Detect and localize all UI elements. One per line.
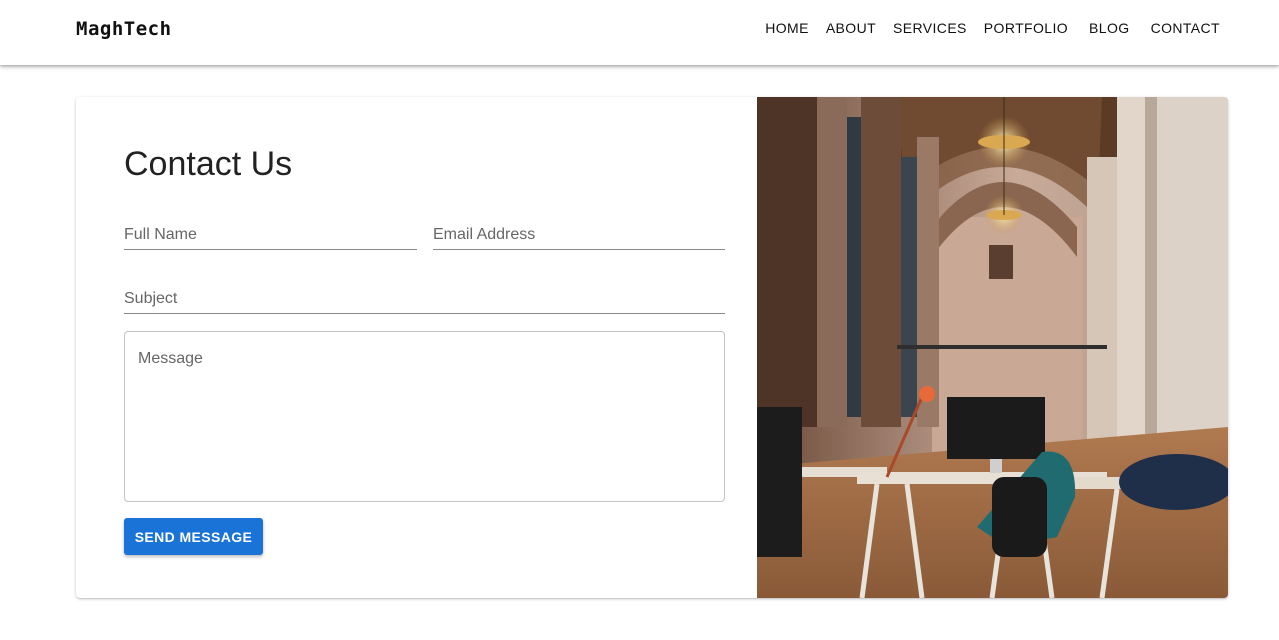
nav-blog[interactable]: BLOG: [1089, 20, 1130, 36]
full-name-field[interactable]: [124, 224, 417, 250]
nav-contact[interactable]: CONTACT: [1151, 20, 1220, 36]
contact-card: Contact Us SEND MESSAGE: [76, 97, 1228, 598]
contact-form: Contact Us SEND MESSAGE: [76, 97, 757, 598]
brand-logo[interactable]: MaghTech: [76, 18, 172, 40]
nav-services[interactable]: SERVICES: [893, 20, 967, 36]
nav-portfolio[interactable]: PORTFOLIO: [984, 20, 1068, 36]
email-field[interactable]: [433, 224, 725, 250]
message-field[interactable]: [124, 331, 725, 502]
send-message-button[interactable]: SEND MESSAGE: [124, 518, 263, 555]
subject-field[interactable]: [124, 288, 725, 314]
office-hall-photo: [757, 97, 1228, 598]
main-nav: HOME ABOUT SERVICES PORTFOLIO BLOG CONTA…: [765, 20, 1220, 36]
app-bar: MaghTech HOME ABOUT SERVICES PORTFOLIO B…: [0, 0, 1279, 65]
nav-about[interactable]: ABOUT: [826, 20, 876, 36]
page-title: Contact Us: [124, 145, 293, 183]
nav-home[interactable]: HOME: [765, 20, 809, 36]
